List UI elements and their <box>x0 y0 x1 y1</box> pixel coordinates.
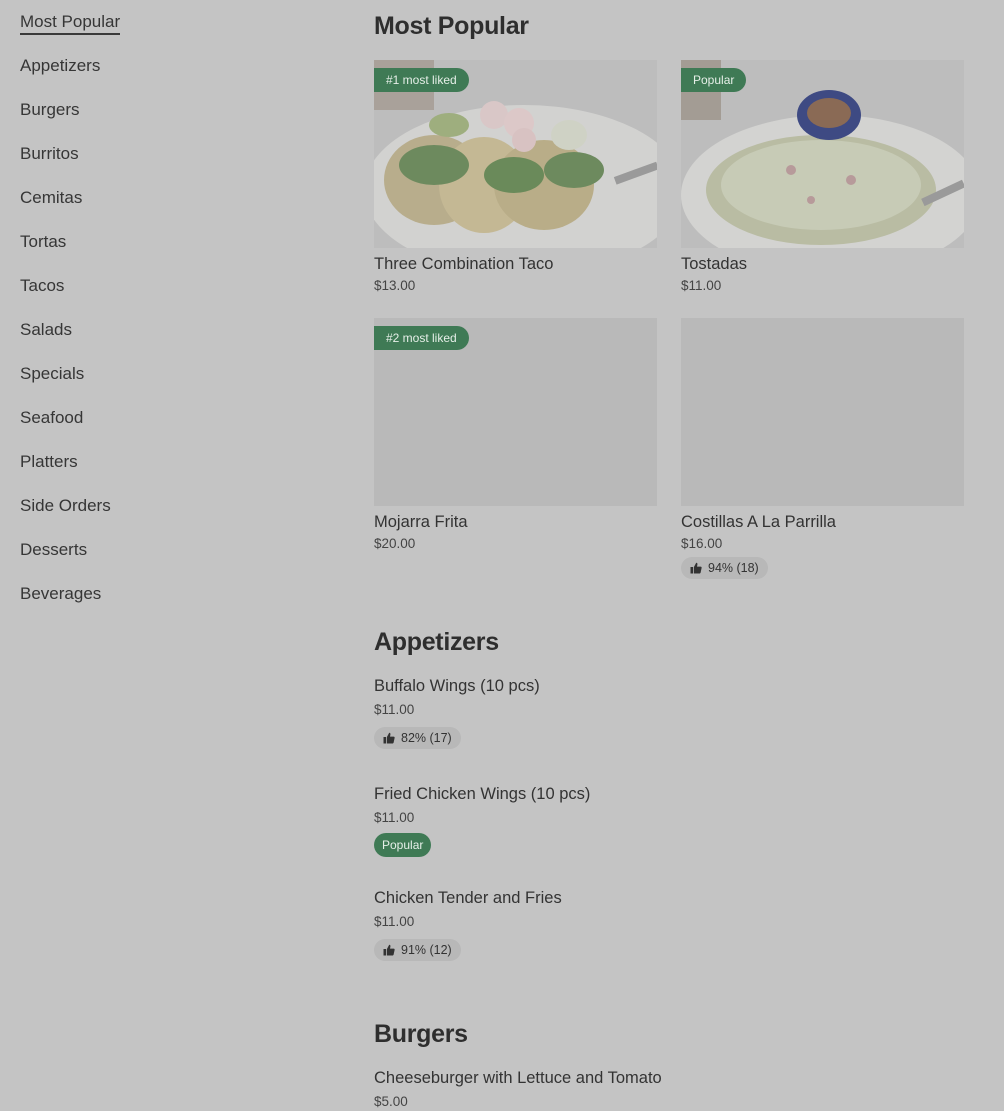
sidebar-item-burritos[interactable]: Burritos <box>20 142 320 186</box>
rating-pill: 91% (12) <box>374 939 461 961</box>
sidebar-item-desserts[interactable]: Desserts <box>20 538 320 582</box>
sidebar-item-side-orders[interactable]: Side Orders <box>20 494 320 538</box>
sidebar-item-beverages[interactable]: Beverages <box>20 582 320 626</box>
menu-page: Most Popular Appetizers Burgers Burritos… <box>0 0 1004 1111</box>
rating-text: 94% (18) <box>708 561 759 575</box>
popular-badge: Popular <box>681 68 747 92</box>
item-name: Fried Chicken Wings (10 pcs) <box>374 785 591 803</box>
rating-text: 91% (12) <box>401 943 452 957</box>
item-name: Buffalo Wings (10 pcs) <box>374 677 540 695</box>
item-price: $16.00 <box>681 536 723 551</box>
most-liked-badge: #2 most liked <box>374 326 469 350</box>
sidebar-item-platters[interactable]: Platters <box>20 450 320 494</box>
item-price: $11.00 <box>374 702 415 717</box>
sidebar-item-tortas[interactable]: Tortas <box>20 230 320 274</box>
popular-item-card[interactable]: Costillas A La Parrilla $16.00 94% (18) <box>681 318 964 579</box>
popular-badge: Popular <box>374 833 432 857</box>
rating-text: 82% (17) <box>401 731 452 745</box>
category-sidebar: Most Popular Appetizers Burgers Burritos… <box>20 10 320 626</box>
popular-item-card[interactable]: #1 most liked Three Combination Taco $13… <box>374 60 657 295</box>
most-liked-badge: #1 most liked <box>374 68 469 92</box>
sidebar-item-salads[interactable]: Salads <box>20 318 320 362</box>
item-price: $11.00 <box>681 278 722 293</box>
item-name: Mojarra Frita <box>374 513 468 531</box>
item-price: $20.00 <box>374 536 416 551</box>
sidebar-item-specials[interactable]: Specials <box>20 362 320 406</box>
item-price: $5.00 <box>374 1094 408 1109</box>
item-name: Cheeseburger with Lettuce and Tomato <box>374 1069 662 1087</box>
item-photo-placeholder: #2 most liked <box>374 318 657 506</box>
item-name: Costillas A La Parrilla <box>681 513 836 531</box>
popular-item-card[interactable]: #2 most liked Mojarra Frita $20.00 <box>374 318 657 553</box>
sidebar-item-most-popular[interactable]: Most Popular <box>20 10 320 54</box>
thumbs-up-icon <box>383 732 395 744</box>
thumbs-up-icon <box>690 562 702 574</box>
sidebar-item-seafood[interactable]: Seafood <box>20 406 320 450</box>
rating-pill: 82% (17) <box>374 727 461 749</box>
thumbs-up-icon <box>383 944 395 956</box>
menu-list-item[interactable]: Chicken Tender and Fries $11.00 91% (12) <box>374 888 974 961</box>
section-title-appetizers: Appetizers <box>374 628 499 656</box>
item-price: $13.00 <box>374 278 416 293</box>
menu-list-item[interactable]: Fried Chicken Wings (10 pcs) $11.00 Popu… <box>374 784 974 857</box>
section-title-most-popular: Most Popular <box>374 12 529 40</box>
popular-item-card[interactable]: Popular Tostadas $11.00 <box>681 60 964 295</box>
menu-list-item[interactable]: Cheeseburger with Lettuce and Tomato $5.… <box>374 1068 974 1111</box>
sidebar-item-burgers[interactable]: Burgers <box>20 98 320 142</box>
sidebar-item-cemitas[interactable]: Cemitas <box>20 186 320 230</box>
item-name: Chicken Tender and Fries <box>374 889 562 907</box>
item-photo-placeholder <box>681 318 964 506</box>
item-name: Tostadas <box>681 255 748 273</box>
sidebar-item-tacos[interactable]: Tacos <box>20 274 320 318</box>
item-price: $11.00 <box>374 914 415 929</box>
item-photo: Popular <box>681 60 964 248</box>
section-title-burgers: Burgers <box>374 1020 468 1048</box>
item-name: Three Combination Taco <box>374 255 554 273</box>
sidebar-item-appetizers[interactable]: Appetizers <box>20 54 320 98</box>
item-photo: #1 most liked <box>374 60 657 248</box>
menu-list-item[interactable]: Buffalo Wings (10 pcs) $11.00 82% (17) <box>374 676 974 749</box>
rating-pill: 94% (18) <box>681 557 768 579</box>
item-price: $11.00 <box>374 810 415 825</box>
